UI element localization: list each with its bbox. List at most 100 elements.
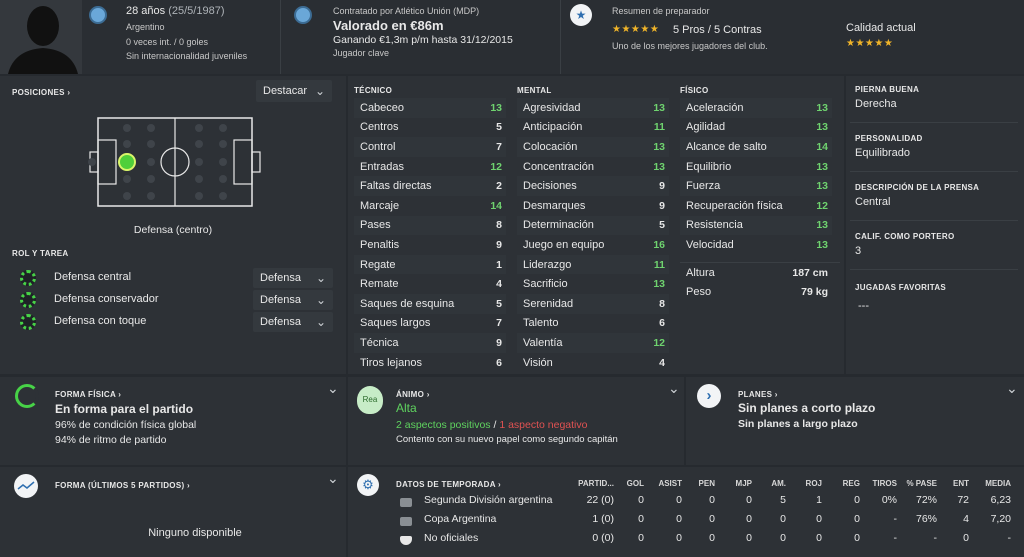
attribute-row[interactable]: Centros 5 <box>354 118 506 138</box>
stats-column-header[interactable]: TIROS <box>853 479 897 488</box>
attribute-value: 7 <box>496 317 502 330</box>
expand-chevron-icon[interactable]: ⌄ <box>1006 380 1018 397</box>
positive-aspects: 2 aspectos positivos <box>396 419 491 431</box>
height-label: Altura <box>686 266 715 279</box>
attribute-row[interactable]: Determinación 5 <box>517 215 669 236</box>
attribute-row[interactable]: Remate 4 <box>354 274 506 294</box>
role-name: Defensa con toque <box>54 315 147 327</box>
attribute-row[interactable]: Serenidad 8 <box>517 294 669 314</box>
duty-dropdown[interactable]: Defensa ⌄ <box>253 268 333 288</box>
morale-aspects[interactable]: 2 aspectos positivos / 1 aspecto negativ… <box>396 419 587 431</box>
attribute-value: 8 <box>496 219 502 232</box>
attribute-value: 13 <box>653 278 665 291</box>
attribute-row[interactable]: Visión 4 <box>517 353 669 373</box>
attribute-row[interactable]: Juego en equipo 16 <box>517 235 669 255</box>
attribute-row[interactable]: Pases 8 <box>354 215 506 236</box>
attribute-row[interactable]: Alcance de salto 14 <box>680 137 832 157</box>
highlight-dropdown[interactable]: Destacar ⌄ <box>256 80 332 102</box>
current-ability-stars: ★★★★★ <box>846 38 894 49</box>
season-stats-title[interactable]: DATOS DE TEMPORADA › <box>396 480 501 489</box>
duty-dropdown[interactable]: Defensa ⌄ <box>253 312 333 332</box>
attribute-row[interactable]: Concentración 13 <box>517 157 669 177</box>
attribute-row[interactable]: Liderazgo 11 <box>517 254 669 275</box>
attribute-value: 2 <box>496 180 502 193</box>
player-avatar <box>0 0 82 74</box>
attribute-row[interactable]: Talento 6 <box>517 314 669 334</box>
weight-row: Peso 79 kg <box>680 282 832 302</box>
duty-dropdown[interactable]: Defensa ⌄ <box>253 290 333 310</box>
attribute-row[interactable]: Valentía 12 <box>517 333 669 353</box>
morale-title[interactable]: ÁNIMO › <box>396 390 430 399</box>
attribute-row[interactable]: Velocidad 13 <box>680 235 832 255</box>
competition-name[interactable]: No oficiales <box>424 532 478 544</box>
fitness-sharpness: 94% de ritmo de partido <box>55 434 167 446</box>
attribute-row[interactable]: Regate 1 <box>354 254 506 275</box>
attribute-row[interactable]: Marcaje 14 <box>354 196 506 216</box>
morale-value: Alta <box>396 401 417 415</box>
attribute-row[interactable]: Aceleración 13 <box>680 98 832 118</box>
attribute-value: 4 <box>659 356 665 369</box>
stats-column-header[interactable]: MEDIA <box>967 479 1011 488</box>
attribute-row[interactable]: Decisiones 9 <box>517 176 669 196</box>
attribute-row[interactable]: Entradas 12 <box>354 157 506 177</box>
attribute-row[interactable]: Faltas directas 2 <box>354 176 506 196</box>
squad-status: Jugador clave <box>333 48 390 58</box>
personality-title: PERSONALIDAD <box>855 134 923 143</box>
attribute-row[interactable]: Resistencia 13 <box>680 215 832 236</box>
attribute-row[interactable]: Recuperación física 12 <box>680 196 832 216</box>
attribute-row[interactable]: Anticipación 11 <box>517 118 669 138</box>
attribute-value: 11 <box>653 258 665 271</box>
attribute-value: 14 <box>816 140 828 153</box>
settings-gear-icon[interactable]: ⚙ <box>357 474 379 496</box>
pitch-diagram <box>86 114 266 210</box>
personality-value: Equilibrado <box>855 147 911 159</box>
attribute-row[interactable]: Cabeceo 13 <box>354 98 506 118</box>
expand-chevron-icon[interactable]: ⌄ <box>327 380 339 397</box>
star-badge-icon[interactable]: ★ <box>570 4 592 26</box>
attribute-row[interactable]: Tiros lejanos 6 <box>354 353 506 373</box>
attribute-name: Agilidad <box>686 121 726 134</box>
expand-chevron-icon[interactable]: ⌄ <box>668 380 680 397</box>
expand-chevron-icon[interactable]: ⌄ <box>327 470 339 487</box>
attribute-row[interactable]: Desmarques 9 <box>517 196 669 216</box>
competition-name[interactable]: Copa Argentina <box>424 513 496 525</box>
attribute-row[interactable]: Fuerza 13 <box>680 176 832 196</box>
stats-cell: 7,20 <box>990 513 1011 525</box>
technical-title: TÉCNICO <box>354 86 393 95</box>
media-description-title: DESCRIPCIÓN DE LA PRENSA <box>855 183 980 192</box>
attribute-row[interactable]: Saques de esquina 5 <box>354 294 506 314</box>
attribute-name: Remate <box>360 278 399 291</box>
attribute-row[interactable]: Sacrificio 13 <box>517 274 669 294</box>
pros-cons[interactable]: 5 Pros / 5 Contras <box>673 24 762 36</box>
attribute-value: 13 <box>816 121 828 134</box>
form-graph-icon <box>14 474 38 498</box>
attribute-row[interactable]: Equilibrio 13 <box>680 157 832 177</box>
stats-column-header[interactable]: ENT <box>925 479 969 488</box>
attribute-name: Determinación <box>523 219 594 232</box>
attribute-name: Centros <box>360 121 399 134</box>
attribute-row[interactable]: Agresividad 13 <box>517 98 669 118</box>
competition-icon <box>400 498 412 507</box>
competition-name[interactable]: Segunda División argentina <box>424 494 552 506</box>
attribute-row[interactable]: Control 7 <box>354 137 506 157</box>
plans-title[interactable]: PLANES › <box>738 390 778 399</box>
attribute-row[interactable]: Penaltis 9 <box>354 235 506 255</box>
attribute-row[interactable]: Agilidad 13 <box>680 118 832 138</box>
attribute-value: 11 <box>653 121 665 134</box>
role-name: Defensa central <box>54 271 132 283</box>
attribute-name: Desmarques <box>523 199 586 212</box>
attribute-row[interactable]: Saques largos 7 <box>354 314 506 334</box>
attribute-row[interactable]: Técnica 9 <box>354 333 506 353</box>
attribute-name: Aceleración <box>686 101 744 114</box>
attribute-name: Visión <box>523 356 553 369</box>
attribute-name: Serenidad <box>523 297 574 310</box>
fitness-title[interactable]: FORMA FÍSICA › <box>55 390 121 399</box>
attribute-value: 1 <box>496 258 502 271</box>
form-title[interactable]: FORMA (ÚLTIMOS 5 PARTIDOS) › <box>55 481 190 490</box>
player-value: Valorado en €86m <box>333 18 444 33</box>
positions-title[interactable]: POSICIONES › <box>12 88 70 97</box>
attribute-value: 13 <box>816 101 828 114</box>
plans-arrow-icon[interactable]: › <box>697 384 721 408</box>
attribute-value: 12 <box>653 336 665 349</box>
attribute-row[interactable]: Colocación 13 <box>517 137 669 157</box>
